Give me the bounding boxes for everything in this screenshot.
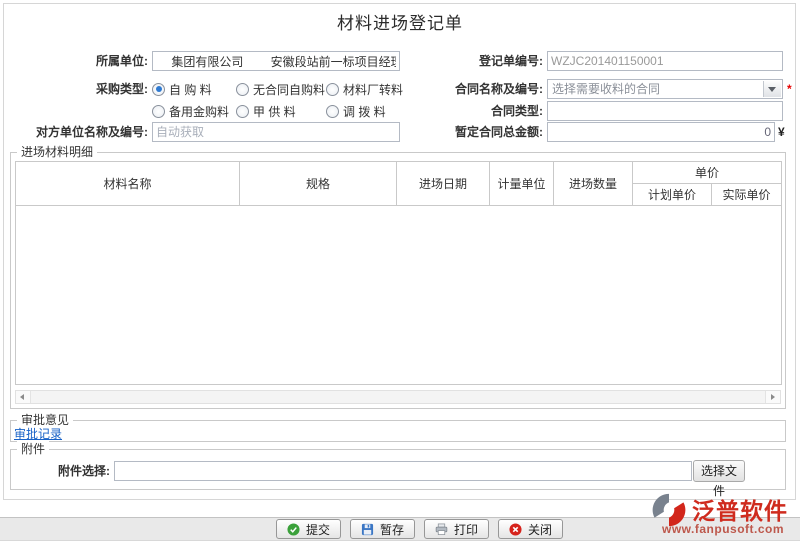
check-circle-icon: [287, 523, 300, 536]
material-detail-table: 材料名称 规格 进场日期 计量单位 进场数量 单价 计划单价 实际单价: [15, 161, 782, 385]
radio-factory-transfer[interactable]: 材料厂转料: [326, 79, 403, 99]
owner-unit-input[interactable]: [152, 51, 400, 71]
printer-icon: [435, 523, 448, 536]
chevron-down-icon[interactable]: [763, 81, 781, 97]
radio-icon: [326, 83, 339, 96]
radio-self-purchase[interactable]: 自 购 料: [152, 79, 212, 99]
reg-no-label: 登记单编号:: [403, 51, 543, 71]
attachment-legend: 附件: [17, 441, 49, 457]
attachment-fieldset: 附件 附件选择: 选择文件: [10, 449, 786, 490]
detail-fieldset: 进场材料明细 材料名称 规格 进场日期 计量单位 进场数量 单价 计划单价 实际…: [10, 152, 786, 409]
col-actual-price: 实际单价: [712, 184, 782, 206]
purchase-type-label: 采购类型:: [10, 79, 148, 99]
empty-table-body: [16, 206, 782, 385]
col-spec: 规格: [240, 162, 397, 206]
currency-yen-symbol: ¥: [778, 125, 785, 139]
radio-no-contract-purchase[interactable]: 无合同自购料: [236, 79, 325, 99]
contract-type-label: 合同类型:: [403, 101, 543, 121]
horizontal-scrollbar[interactable]: [15, 390, 781, 404]
page-title: 材料进场登记单: [0, 9, 800, 34]
print-button-label: 打印: [454, 521, 478, 538]
counterpart-label: 对方单位名称及编号:: [10, 122, 148, 142]
reg-no-input[interactable]: [547, 51, 783, 71]
submit-button-label: 提交: [306, 521, 330, 538]
radio-petty-cash-purchase[interactable]: 备用金购料: [152, 101, 229, 121]
scroll-left-arrow-icon[interactable]: [16, 391, 31, 403]
close-button-label: 关闭: [528, 521, 552, 538]
attachment-select-label: 附件选择:: [15, 461, 110, 481]
save-draft-button-label: 暂存: [380, 521, 404, 538]
contract-type-input[interactable]: [547, 101, 783, 121]
close-circle-icon: [509, 523, 522, 536]
radio-label: 甲 供 料: [253, 103, 296, 120]
fanpu-logo: 泛普软件 www.fanpusoft.com: [652, 491, 797, 539]
radio-selected-icon: [152, 83, 165, 96]
save-draft-button[interactable]: 暂存: [350, 519, 415, 539]
approval-record-link[interactable]: 审批记录: [14, 425, 62, 442]
radio-icon: [152, 105, 165, 118]
col-planned-price: 计划单价: [633, 184, 712, 206]
logo-text: 泛普软件: [692, 492, 788, 526]
radio-label: 备用金购料: [169, 103, 229, 120]
print-button[interactable]: 打印: [424, 519, 489, 539]
toolbar-button-row: 提交 暂存 打印 关闭: [276, 519, 563, 539]
scroll-right-arrow-icon[interactable]: [765, 391, 780, 403]
required-asterisk: *: [787, 82, 792, 96]
col-unit: 计量单位: [490, 162, 554, 206]
counterpart-input[interactable]: [152, 122, 400, 142]
col-unit-price-group: 单价: [633, 162, 782, 184]
contract-amount-input[interactable]: [547, 122, 775, 142]
radio-icon: [326, 105, 339, 118]
contract-select-value: 选择需要收料的合同: [552, 80, 660, 98]
radio-label: 自 购 料: [169, 81, 212, 98]
contract-amount-label: 暂定合同总金额:: [403, 122, 543, 142]
col-material-name: 材料名称: [16, 162, 240, 206]
submit-button[interactable]: 提交: [276, 519, 341, 539]
floppy-save-icon: [361, 523, 374, 536]
radio-icon: [236, 105, 249, 118]
close-button[interactable]: 关闭: [498, 519, 563, 539]
radio-owner-supplied[interactable]: 甲 供 料: [236, 101, 296, 121]
radio-label: 材料厂转料: [343, 81, 403, 98]
owner-unit-label: 所属单位:: [10, 51, 148, 71]
contract-select[interactable]: 选择需要收料的合同: [547, 79, 783, 99]
logo-url: www.fanpusoft.com: [662, 522, 784, 536]
radio-label: 无合同自购料: [253, 81, 325, 98]
contract-label: 合同名称及编号:: [403, 79, 543, 99]
radio-icon: [236, 83, 249, 96]
detail-legend: 进场材料明细: [17, 144, 97, 160]
radio-label: 调 拨 料: [343, 103, 386, 120]
col-entry-date: 进场日期: [397, 162, 490, 206]
col-entry-qty: 进场数量: [554, 162, 633, 206]
radio-allocated[interactable]: 调 拨 料: [326, 101, 386, 121]
approval-fieldset: 审批意见 审批记录: [10, 420, 786, 442]
choose-file-button[interactable]: 选择文件: [693, 460, 745, 482]
attachment-file-input[interactable]: [114, 461, 692, 481]
